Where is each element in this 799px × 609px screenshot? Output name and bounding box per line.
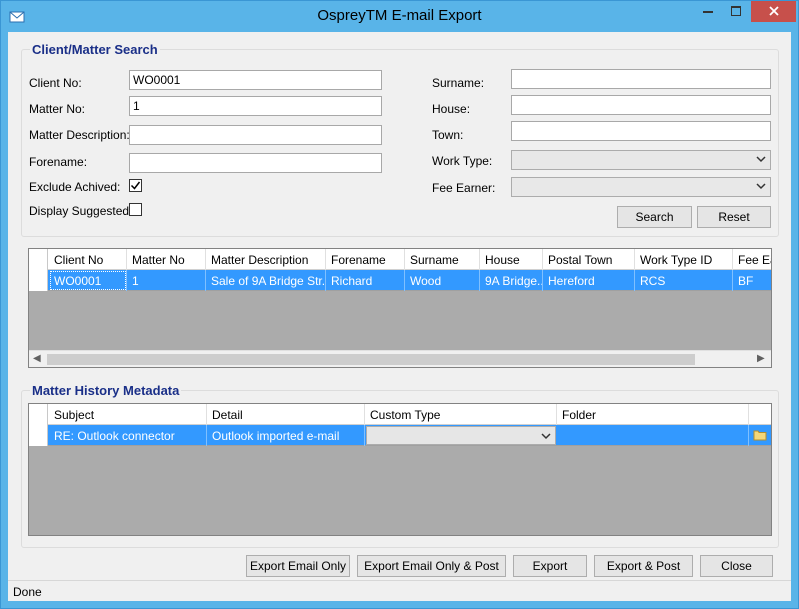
table-cell[interactable]: 9A Bridge... bbox=[480, 270, 543, 291]
close-window-button[interactable] bbox=[751, 1, 796, 22]
row-header[interactable] bbox=[29, 425, 48, 446]
client-matter-search-title: Client/Matter Search bbox=[30, 42, 160, 57]
folder-browse-cell[interactable] bbox=[749, 425, 771, 446]
column-header[interactable]: House bbox=[480, 249, 543, 270]
export-button[interactable]: Export bbox=[513, 555, 587, 577]
exclude-archived-label: Exclude Achived: bbox=[29, 180, 121, 194]
maximize-button[interactable] bbox=[723, 1, 749, 22]
table-cell[interactable]: Sale of 9A Bridge Str... bbox=[206, 270, 326, 291]
folder-icon[interactable] bbox=[753, 428, 767, 442]
exclude-archived-checkbox[interactable] bbox=[129, 179, 142, 192]
export-email-only-button[interactable]: Export Email Only bbox=[246, 555, 350, 577]
matter-history-title: Matter History Metadata bbox=[30, 383, 182, 398]
table-cell[interactable]: WO0001 bbox=[49, 270, 127, 291]
history-grid[interactable]: Subject Detail Custom Type Folder RE: Ou… bbox=[28, 403, 772, 536]
search-button[interactable]: Search bbox=[617, 206, 692, 228]
history-grid-header: Subject Detail Custom Type Folder bbox=[29, 404, 771, 425]
matters-horizontal-scrollbar[interactable]: ◀ ▶ bbox=[29, 350, 771, 367]
reset-button[interactable]: Reset bbox=[697, 206, 771, 228]
row-header-corner bbox=[29, 249, 48, 270]
column-header[interactable]: Forename bbox=[326, 249, 405, 270]
table-cell[interactable]: BF bbox=[733, 270, 771, 291]
export-email-only-post-button[interactable]: Export Email Only & Post bbox=[357, 555, 506, 577]
house-label: House: bbox=[432, 102, 471, 116]
matter-no-label: Matter No: bbox=[29, 102, 86, 116]
status-text: Done bbox=[13, 585, 42, 599]
work-type-select[interactable] bbox=[511, 150, 771, 170]
column-header[interactable]: Fee Ea bbox=[733, 249, 771, 270]
window-title: OspreyTM E-mail Export bbox=[317, 7, 482, 24]
row-header-corner bbox=[29, 404, 48, 425]
status-bar: Done bbox=[8, 580, 791, 601]
table-row[interactable]: RE: Outlook connector Outlook imported e… bbox=[29, 425, 771, 446]
table-cell[interactable]: RE: Outlook connector bbox=[49, 425, 207, 446]
column-header[interactable]: Custom Type bbox=[365, 404, 557, 425]
column-header-spacer bbox=[749, 404, 771, 425]
chevron-down-icon bbox=[756, 156, 766, 163]
table-cell[interactable]: RCS bbox=[635, 270, 733, 291]
export-post-button[interactable]: Export & Post bbox=[594, 555, 693, 577]
forename-label: Forename: bbox=[29, 155, 88, 169]
table-cell[interactable]: Hereford bbox=[543, 270, 635, 291]
custom-type-select[interactable] bbox=[366, 426, 556, 445]
surname-label: Surname: bbox=[432, 76, 485, 90]
table-row[interactable]: WO0001 1 Sale of 9A Bridge Str... Richar… bbox=[29, 270, 771, 291]
column-header[interactable]: Postal Town bbox=[543, 249, 635, 270]
minimize-button[interactable] bbox=[693, 1, 723, 22]
application-window: OspreyTM E-mail Export Client/Matter Sea… bbox=[0, 0, 799, 609]
town-input[interactable] bbox=[511, 121, 771, 141]
close-icon bbox=[768, 6, 779, 16]
client-no-label: Client No: bbox=[29, 76, 82, 90]
town-label: Town: bbox=[432, 128, 464, 142]
display-suggested-label: Display Suggested: bbox=[29, 204, 133, 218]
table-cell[interactable]: Wood bbox=[405, 270, 480, 291]
chevron-down-icon bbox=[756, 183, 766, 190]
title-bar[interactable]: OspreyTM E-mail Export bbox=[1, 1, 798, 32]
column-header[interactable]: Subject bbox=[49, 404, 207, 425]
table-cell[interactable] bbox=[557, 425, 749, 446]
checkmark-icon bbox=[130, 181, 141, 190]
fee-earner-label: Fee Earner: bbox=[432, 181, 496, 195]
table-cell[interactable]: Outlook imported e-mail bbox=[207, 425, 365, 446]
matters-grid-header: Client No Matter No Matter Description F… bbox=[29, 249, 771, 270]
display-suggested-checkbox[interactable] bbox=[129, 203, 142, 216]
column-header[interactable]: Matter Description bbox=[206, 249, 326, 270]
minimize-icon bbox=[703, 11, 713, 13]
column-header[interactable]: Folder bbox=[557, 404, 749, 425]
chevron-down-icon bbox=[541, 433, 551, 440]
column-header[interactable]: Client No bbox=[49, 249, 127, 270]
forename-input[interactable] bbox=[129, 153, 382, 173]
column-header[interactable]: Work Type ID bbox=[635, 249, 733, 270]
matter-description-input[interactable] bbox=[129, 125, 382, 145]
work-type-label: Work Type: bbox=[432, 154, 493, 168]
client-no-input[interactable] bbox=[129, 70, 382, 90]
scroll-left-arrow-icon[interactable]: ◀ bbox=[33, 353, 41, 364]
scroll-right-arrow-icon[interactable]: ▶ bbox=[757, 353, 765, 364]
column-header[interactable]: Detail bbox=[207, 404, 365, 425]
matter-description-label: Matter Description: bbox=[29, 128, 130, 142]
fee-earner-select[interactable] bbox=[511, 177, 771, 197]
matters-grid[interactable]: Client No Matter No Matter Description F… bbox=[28, 248, 772, 368]
surname-input[interactable] bbox=[511, 69, 771, 89]
table-cell[interactable]: Richard bbox=[326, 270, 405, 291]
house-input[interactable] bbox=[511, 95, 771, 115]
column-header[interactable]: Surname bbox=[405, 249, 480, 270]
row-header[interactable] bbox=[29, 270, 48, 291]
table-cell[interactable]: 1 bbox=[127, 270, 206, 291]
close-button[interactable]: Close bbox=[700, 555, 773, 577]
matter-no-input[interactable] bbox=[129, 96, 382, 116]
column-header[interactable]: Matter No bbox=[127, 249, 206, 270]
window-client-area: Client/Matter Search Client No: Matter N… bbox=[8, 32, 791, 601]
scroll-thumb[interactable] bbox=[47, 354, 695, 365]
maximize-icon bbox=[731, 6, 741, 16]
